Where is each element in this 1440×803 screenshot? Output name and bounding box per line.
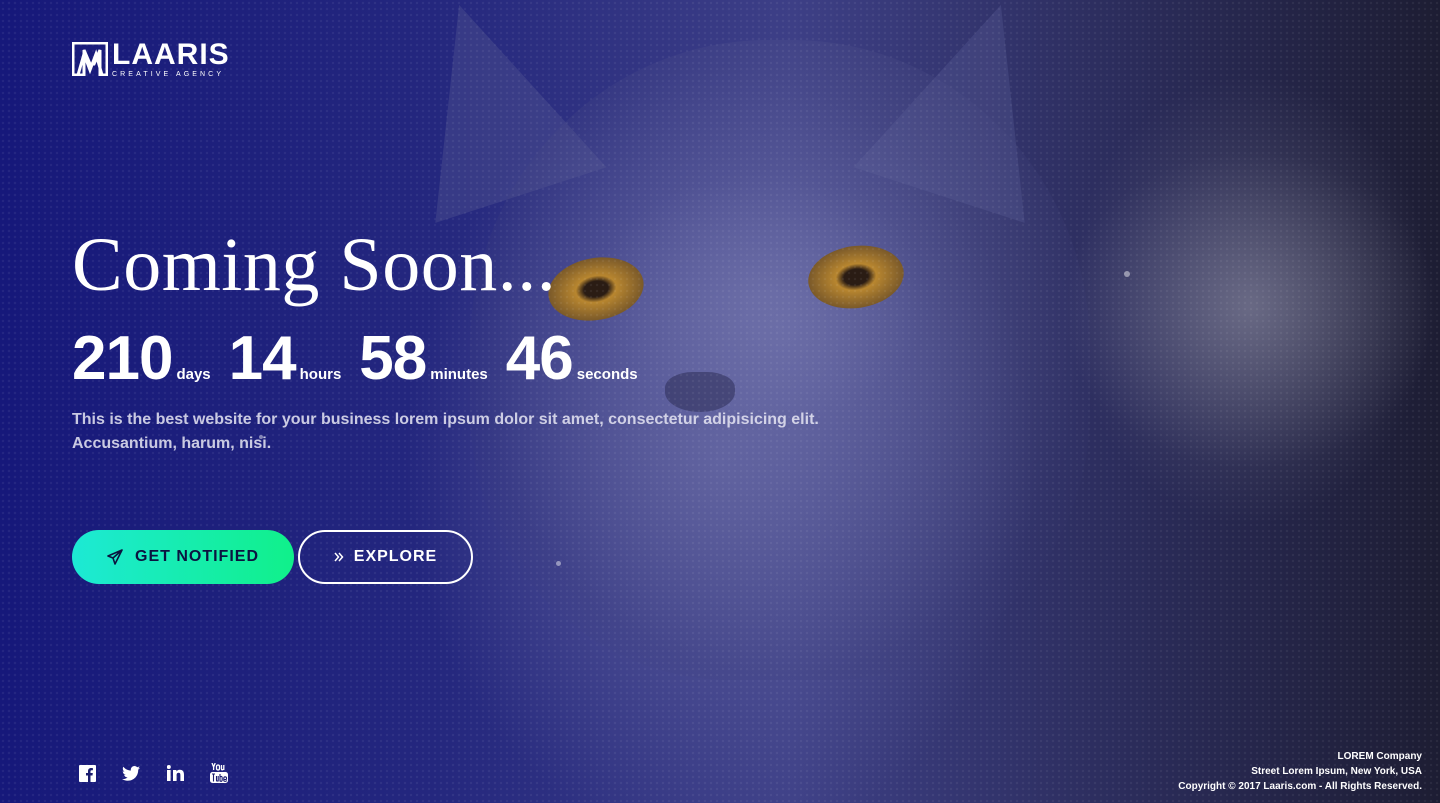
description-line: Accusantium, harum, nisi. xyxy=(72,435,272,452)
brand-tagline: CREATIVE AGENCY xyxy=(112,71,225,78)
youtube-icon[interactable] xyxy=(210,763,228,783)
linkedin-icon[interactable] xyxy=(166,764,184,782)
particle xyxy=(1124,271,1130,277)
footer-info: LOREM Company Street Lorem Ipsum, New Yo… xyxy=(1178,749,1422,794)
countdown-value: 58 xyxy=(359,324,427,393)
page-title: Coming Soon... xyxy=(72,223,557,307)
double-chevron-right-icon xyxy=(334,552,344,562)
dot-overlay xyxy=(0,0,1440,803)
countdown-label: days xyxy=(176,366,211,383)
brand-logo[interactable]: LAARIS CREATIVE AGENCY xyxy=(72,40,230,78)
get-notified-label: GET NOTIFIED xyxy=(135,548,259,565)
countdown-label: minutes xyxy=(430,366,488,383)
particle xyxy=(556,561,561,566)
countdown-timer: 210 days 14 hours 58 minutes 46 seconds xyxy=(72,328,656,390)
countdown-seconds: 46 seconds xyxy=(506,328,638,390)
countdown-value: 14 xyxy=(228,324,297,393)
logo-mark-icon xyxy=(72,42,108,76)
countdown-label: seconds xyxy=(576,366,638,383)
countdown-hours: 14 hours xyxy=(229,328,342,390)
facebook-icon[interactable] xyxy=(78,764,96,782)
description-line: This is the best website for your busine… xyxy=(72,411,819,428)
twitter-icon[interactable] xyxy=(122,764,140,782)
countdown-value: 46 xyxy=(505,324,574,393)
countdown-minutes: 58 minutes xyxy=(359,328,487,390)
countdown-label: hours xyxy=(299,366,342,383)
footer-copyright: Copyright © 2017 Laaris.com - All Rights… xyxy=(1178,781,1422,792)
footer-company: LOREM Company xyxy=(1337,751,1422,762)
paper-plane-icon xyxy=(107,549,123,565)
hero-description: This is the best website for your busine… xyxy=(72,408,832,456)
explore-label: EXPLORE xyxy=(353,548,438,565)
social-links xyxy=(78,763,228,783)
countdown-days: 210 days xyxy=(72,328,211,390)
countdown-value: 210 xyxy=(72,324,173,393)
footer-address: Street Lorem Ipsum, New York, USA xyxy=(1251,766,1422,777)
brand-name: LAARIS xyxy=(112,38,230,71)
explore-button[interactable]: EXPLORE xyxy=(298,530,473,584)
get-notified-button[interactable]: GET NOTIFIED xyxy=(72,530,294,584)
